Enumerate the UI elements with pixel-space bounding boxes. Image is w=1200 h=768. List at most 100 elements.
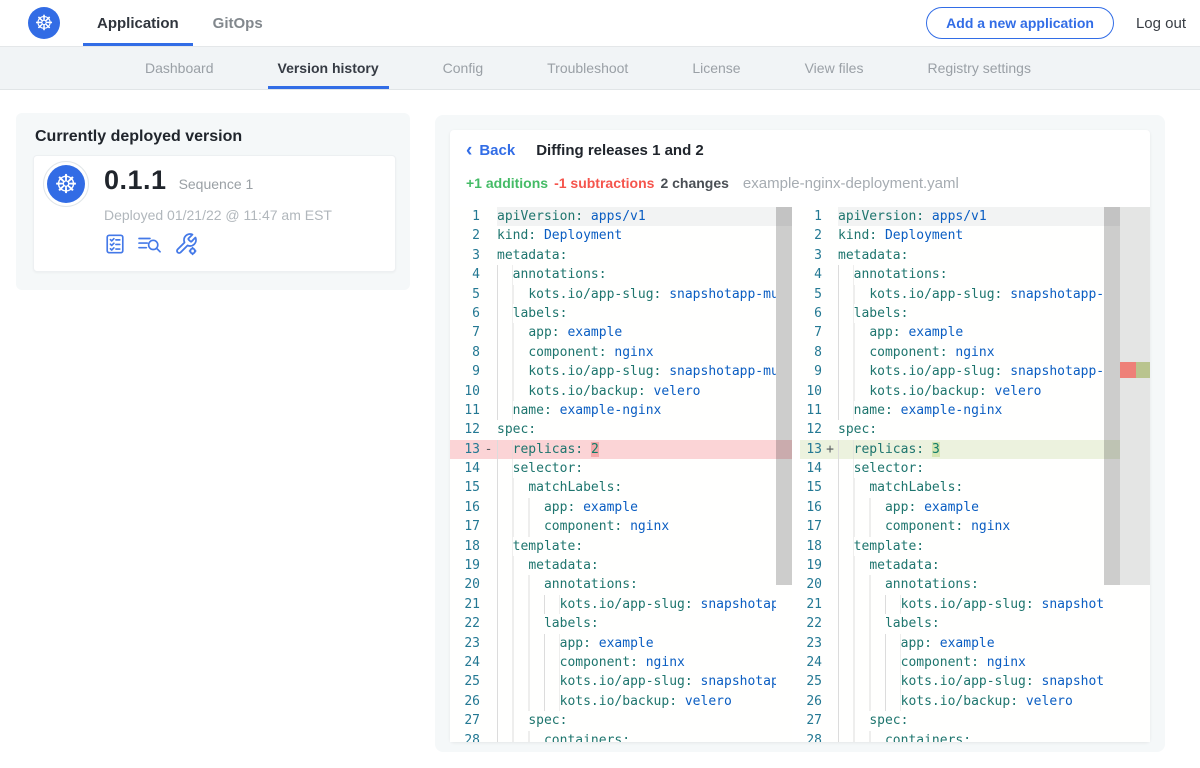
diff-title: Diffing releases 1 and 2 xyxy=(536,142,704,159)
diff-sign-empty xyxy=(480,343,497,362)
code-text: kots.io/app-slug: snapshotap xyxy=(497,595,776,614)
line-number: 16 xyxy=(800,498,822,517)
sub-tab-config[interactable]: Config xyxy=(433,47,493,89)
deployed-card-title: Currently deployed version xyxy=(35,128,410,146)
line-number: 25 xyxy=(450,672,480,691)
line-number: 21 xyxy=(450,595,480,614)
kubernetes-logo-icon[interactable]: ☸ xyxy=(28,7,60,39)
code-text: containers: xyxy=(838,731,1104,742)
add-application-button[interactable]: Add a new application xyxy=(926,7,1114,39)
diff-line-left-14: 14selector: xyxy=(450,459,792,478)
diff-line-left-18: 18template: xyxy=(450,537,792,556)
line-number: 2 xyxy=(450,226,480,245)
subtractions-count: -1 subtractions xyxy=(554,175,654,191)
line-number: 27 xyxy=(800,711,822,730)
code-text: kots.io/app-slug: snapshotapp-mu xyxy=(838,362,1104,381)
sub-tab-troubleshoot[interactable]: Troubleshoot xyxy=(537,47,638,89)
diff-line-left-9: 9kots.io/app-slug: snapshotapp-mu xyxy=(450,362,792,381)
config-tools-icon[interactable] xyxy=(174,232,198,256)
diff-sign-empty xyxy=(480,207,497,226)
line-number: 22 xyxy=(450,614,480,633)
diff-line-right-17: 17component: nginx xyxy=(800,517,1150,536)
line-number: 28 xyxy=(450,731,480,742)
diff-line-right-9: 9 kots.io/app-slug: snapshotapp-mu xyxy=(800,362,1150,381)
diff-line-left-22: 22labels: xyxy=(450,614,792,633)
line-number: 6 xyxy=(800,304,822,323)
preflight-checklist-icon[interactable] xyxy=(104,233,126,255)
diff-pane-modified[interactable]: 1apiVersion: apps/v12kind: Deployment3me… xyxy=(800,207,1150,742)
diff-sign-empty xyxy=(822,246,838,265)
code-text: apiVersion: apps/v1 xyxy=(497,207,776,226)
code-text: replicas: 3 xyxy=(838,440,1104,459)
diff-sign-empty xyxy=(822,478,838,497)
diff-sign-empty xyxy=(480,226,497,245)
code-text: kots.io/backup: velero xyxy=(497,692,776,711)
line-number: 7 xyxy=(800,323,822,342)
sub-tab-dashboard[interactable]: Dashboard xyxy=(135,47,224,89)
diff-card: ‹ Back Diffing releases 1 and 2 +1 addit… xyxy=(450,130,1150,742)
line-number: 7 xyxy=(450,323,480,342)
sub-tab-view-files[interactable]: View files xyxy=(795,47,874,89)
line-number: 9 xyxy=(800,362,822,381)
code-text: template: xyxy=(838,537,1104,556)
diff-line-right-27: 27spec: xyxy=(800,711,1150,730)
overview-ruler xyxy=(1120,207,1150,585)
code-text: annotations: xyxy=(838,265,1104,284)
diff-sign-empty xyxy=(822,614,838,633)
diff-line-right-25: 25kots.io/app-slug: snapshotap xyxy=(800,672,1150,691)
app-icon-badge: ☸ xyxy=(43,161,89,207)
line-number: 15 xyxy=(800,478,822,497)
line-number: 23 xyxy=(800,634,822,653)
diff-sign-empty xyxy=(480,323,497,342)
code-text: metadata: xyxy=(838,246,1104,265)
diff-container: ‹ Back Diffing releases 1 and 2 +1 addit… xyxy=(435,115,1165,752)
diff-sign-empty xyxy=(480,556,497,575)
line-number: 4 xyxy=(450,265,480,284)
diff-line-left-21: 21 kots.io/app-slug: snapshotap xyxy=(450,595,792,614)
diff-sign-empty xyxy=(822,575,838,594)
kubernetes-wheel-icon: ☸ xyxy=(47,165,85,203)
top-tab-gitops[interactable]: GitOps xyxy=(199,0,277,46)
diff-line-right-15: 15 matchLabels: xyxy=(800,478,1150,497)
sub-tab-version-history[interactable]: Version history xyxy=(268,47,389,89)
top-tab-application[interactable]: Application xyxy=(83,0,193,46)
code-text: metadata: xyxy=(838,556,1104,575)
line-number: 14 xyxy=(800,459,822,478)
code-text: kots.io/app-slug: snapshotapp-mu xyxy=(838,285,1104,304)
diff-line-right-18: 18template: xyxy=(800,537,1150,556)
code-text: kots.io/backup: velero xyxy=(497,382,776,401)
diff-line-right-19: 19metadata: xyxy=(800,556,1150,575)
line-number: 19 xyxy=(450,556,480,575)
top-nav-right: Add a new application Log out xyxy=(926,0,1200,46)
diff-line-left-8: 8component: nginx xyxy=(450,343,792,362)
line-number: 2 xyxy=(800,226,822,245)
line-number: 27 xyxy=(450,711,480,730)
logout-link[interactable]: Log out xyxy=(1136,15,1186,32)
code-text: matchLabels: xyxy=(838,478,1104,497)
scrollbar-thumb-left[interactable] xyxy=(776,207,792,585)
diff-sign-empty xyxy=(480,653,497,672)
diff-line-right-24: 24component: nginx xyxy=(800,653,1150,672)
back-link[interactable]: ‹ Back xyxy=(466,142,515,159)
diff-sign-empty xyxy=(822,304,838,323)
diff-sign-empty xyxy=(480,614,497,633)
diff-pane-original[interactable]: 1apiVersion: apps/v12kind: Deployment3me… xyxy=(450,207,792,742)
line-number: 5 xyxy=(800,285,822,304)
code-text: name: example-nginx xyxy=(838,401,1104,420)
code-text: selector: xyxy=(838,459,1104,478)
diff-line-right-26: 26kots.io/backup: velero xyxy=(800,692,1150,711)
diff-line-left-20: 20annotations: xyxy=(450,575,792,594)
sub-tab-license[interactable]: License xyxy=(682,47,750,89)
code-text: kind: Deployment xyxy=(497,226,776,245)
sequence-label: Sequence 1 xyxy=(179,176,254,192)
line-number: 10 xyxy=(800,382,822,401)
sub-tab-registry-settings[interactable]: Registry settings xyxy=(917,47,1040,89)
diff-sign-empty xyxy=(480,304,497,323)
diff-sign: + xyxy=(822,440,838,459)
diff-sign-empty xyxy=(822,556,838,575)
scrollbar-thumb-right[interactable] xyxy=(1104,207,1120,585)
view-logs-icon[interactable] xyxy=(137,233,163,255)
line-number: 21 xyxy=(800,595,822,614)
diff-line-right-13: 13+replicas: 3 xyxy=(800,440,1150,459)
diff-sign-empty xyxy=(822,265,838,284)
